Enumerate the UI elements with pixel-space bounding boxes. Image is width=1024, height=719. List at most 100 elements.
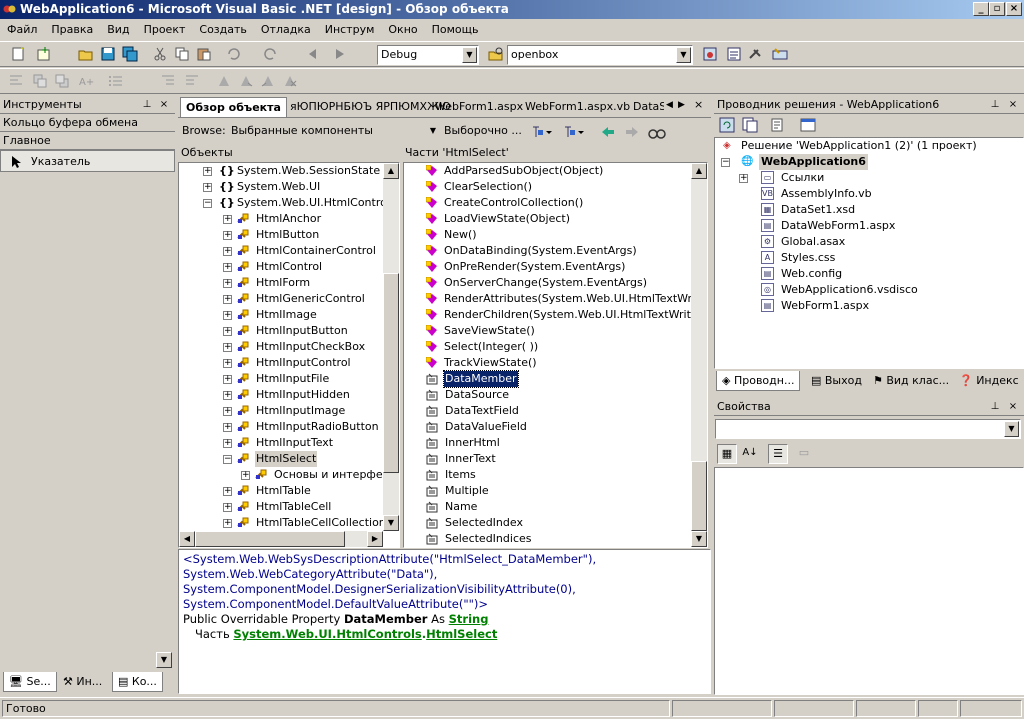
namespace-node[interactable]: −{} System.Web.UI.HtmlControls [179, 195, 399, 211]
menu-debug[interactable]: Отладка [254, 20, 318, 40]
paste-icon[interactable] [196, 46, 212, 62]
solution-explorer-icon[interactable] [702, 46, 718, 62]
pin-icon[interactable]: ⊥ [988, 96, 1002, 114]
tab-webform1-aspx[interactable]: WebForm1.aspx [430, 97, 528, 117]
class-node[interactable]: + HtmlInputCheckBox [179, 339, 399, 355]
method-item[interactable]: SaveViewState() [404, 323, 707, 339]
tab-class-view[interactable]: ⚑ Вид клас... [868, 371, 954, 391]
scroll-right-icon[interactable]: ▶ [367, 531, 383, 547]
tab-toolbox[interactable]: ⚒ Ин... [58, 672, 107, 692]
scroll-thumb[interactable] [195, 531, 345, 547]
expand-icon[interactable]: + [223, 439, 232, 448]
refresh-icon[interactable] [719, 117, 735, 133]
method-item[interactable]: RenderChildren(System.Web.UI.HtmlTextWri… [404, 307, 707, 323]
prev-bookmark-icon[interactable] [260, 73, 276, 89]
method-item[interactable]: RenderAttributes(System.Web.UI.HtmlTextW… [404, 291, 707, 307]
property-item[interactable]: SelectedIndices [404, 531, 707, 547]
sort-members-icon[interactable] [562, 124, 584, 140]
method-item[interactable]: OnPreRender(System.EventArgs) [404, 259, 707, 275]
base-types-node[interactable]: + Основы и интерфейс [179, 467, 399, 483]
find-combo[interactable]: openbox ▼ [507, 45, 693, 65]
font-size-icon[interactable]: A+ [78, 73, 94, 89]
toolbox-icon[interactable] [748, 46, 764, 62]
namespace-link[interactable]: System.Web.UI.HtmlControls [233, 627, 421, 641]
namespace-node[interactable]: + {} System.Web.UI [179, 179, 399, 195]
clear-bookmarks-icon[interactable] [282, 73, 298, 89]
tab-output[interactable]: ▤ Выход [806, 371, 867, 391]
file-node[interactable]: ▦ DataSet1.xsd [715, 202, 1023, 218]
toolbox-item-pointer[interactable]: Указатель [0, 150, 175, 172]
class-node[interactable]: + HtmlInputControl [179, 355, 399, 371]
project-node[interactable]: − 🌐 WebApplication6 [715, 154, 1023, 170]
expand-icon[interactable]: + [223, 295, 232, 304]
class-node[interactable]: + HtmlInputRadioButton [179, 419, 399, 435]
properties-view-icon[interactable]: ☰ [768, 444, 788, 464]
property-pages-icon[interactable]: ▭ [794, 444, 814, 464]
members-vscroll[interactable]: ▲ ▼ [691, 163, 707, 547]
class-node[interactable]: + HtmlInputFile [179, 371, 399, 387]
close-icon[interactable]: × [694, 98, 703, 111]
class-node[interactable]: + HtmlInputHidden [179, 387, 399, 403]
scroll-down-icon[interactable]: ▼ [691, 531, 707, 547]
navigate-back-icon[interactable] [304, 46, 320, 62]
scroll-up-icon[interactable]: ▲ [691, 163, 707, 179]
method-item[interactable]: New() [404, 227, 707, 243]
file-node[interactable]: ▤ DataWebForm1.aspx [715, 218, 1023, 234]
class-node[interactable]: + HtmlControl [179, 259, 399, 275]
property-item[interactable]: DataValueField [404, 419, 707, 435]
bookmark-icon[interactable] [216, 73, 232, 89]
expand-icon[interactable]: + [241, 471, 250, 480]
namespace-node[interactable]: + {} System.Web.SessionState [179, 163, 399, 179]
forward-icon[interactable] [624, 124, 640, 140]
add-item-icon[interactable] [36, 46, 52, 62]
categorized-icon[interactable]: ▦ [717, 444, 737, 464]
menu-help[interactable]: Помощь [425, 20, 486, 40]
objects-hscroll[interactable]: ◀ ▶ [179, 531, 383, 547]
expand-icon[interactable]: + [223, 247, 232, 256]
minimize-button[interactable]: _ [973, 2, 989, 16]
redo-icon[interactable] [262, 46, 278, 62]
expand-icon[interactable]: + [223, 391, 232, 400]
scroll-right-icon[interactable]: ▶ [678, 100, 685, 110]
back-icon[interactable] [600, 124, 616, 140]
class-node[interactable]: + HtmlInputImage [179, 403, 399, 419]
tab-index[interactable]: ❓ Индекс [954, 371, 1024, 391]
expand-icon[interactable]: + [223, 487, 232, 496]
tab-server-explorer[interactable]: 🖥 Se... [3, 672, 57, 692]
scroll-down-icon[interactable]: ▼ [156, 652, 172, 668]
tab-solution-explorer[interactable]: ◈ Проводн... [716, 371, 801, 391]
pin-icon[interactable]: ⊥ [140, 96, 154, 114]
start-icon[interactable] [332, 46, 348, 62]
property-item[interactable]: DataSource [404, 387, 707, 403]
class-node[interactable]: + HtmlAnchor [179, 211, 399, 227]
property-item[interactable]: InnerHtml [404, 435, 707, 451]
collapse-icon[interactable]: − [721, 158, 730, 167]
expand-icon[interactable]: + [223, 279, 232, 288]
property-item[interactable]: DataMember [404, 370, 707, 388]
restore-button[interactable]: ▫ [989, 2, 1005, 16]
property-item[interactable]: SelectedIndex [404, 515, 707, 531]
collapse-icon[interactable]: − [203, 199, 212, 208]
toolbox-section-clipboard[interactable]: Кольцо буфера обмена [0, 114, 175, 132]
send-back-icon[interactable] [54, 73, 70, 89]
close-icon[interactable]: × [1006, 398, 1020, 416]
tab-dataset[interactable]: DataS [628, 97, 664, 117]
menu-tools[interactable]: Инструм [318, 20, 382, 40]
menu-file[interactable]: Файл [0, 20, 44, 40]
property-item[interactable]: Multiple [404, 483, 707, 499]
scroll-down-icon[interactable]: ▼ [383, 515, 399, 531]
expand-icon[interactable]: + [223, 375, 232, 384]
tab-class-view[interactable]: ▤ Ко... [112, 672, 163, 692]
class-node[interactable]: − HtmlSelect [179, 451, 399, 467]
file-node[interactable]: ▤ WebForm1.aspx [715, 298, 1023, 314]
pin-icon[interactable]: ⊥ [988, 398, 1002, 416]
class-view-icon[interactable] [772, 46, 788, 62]
scroll-left-icon[interactable]: ◀ [666, 100, 673, 110]
class-node[interactable]: + HtmlContainerControl [179, 243, 399, 259]
class-node[interactable]: + HtmlButton [179, 227, 399, 243]
align-icon[interactable] [8, 73, 24, 89]
method-item[interactable]: Select(Integer( )) [404, 339, 707, 355]
expand-icon[interactable]: + [203, 183, 212, 192]
view-code-icon[interactable] [770, 117, 786, 133]
class-node[interactable]: + HtmlImage [179, 307, 399, 323]
